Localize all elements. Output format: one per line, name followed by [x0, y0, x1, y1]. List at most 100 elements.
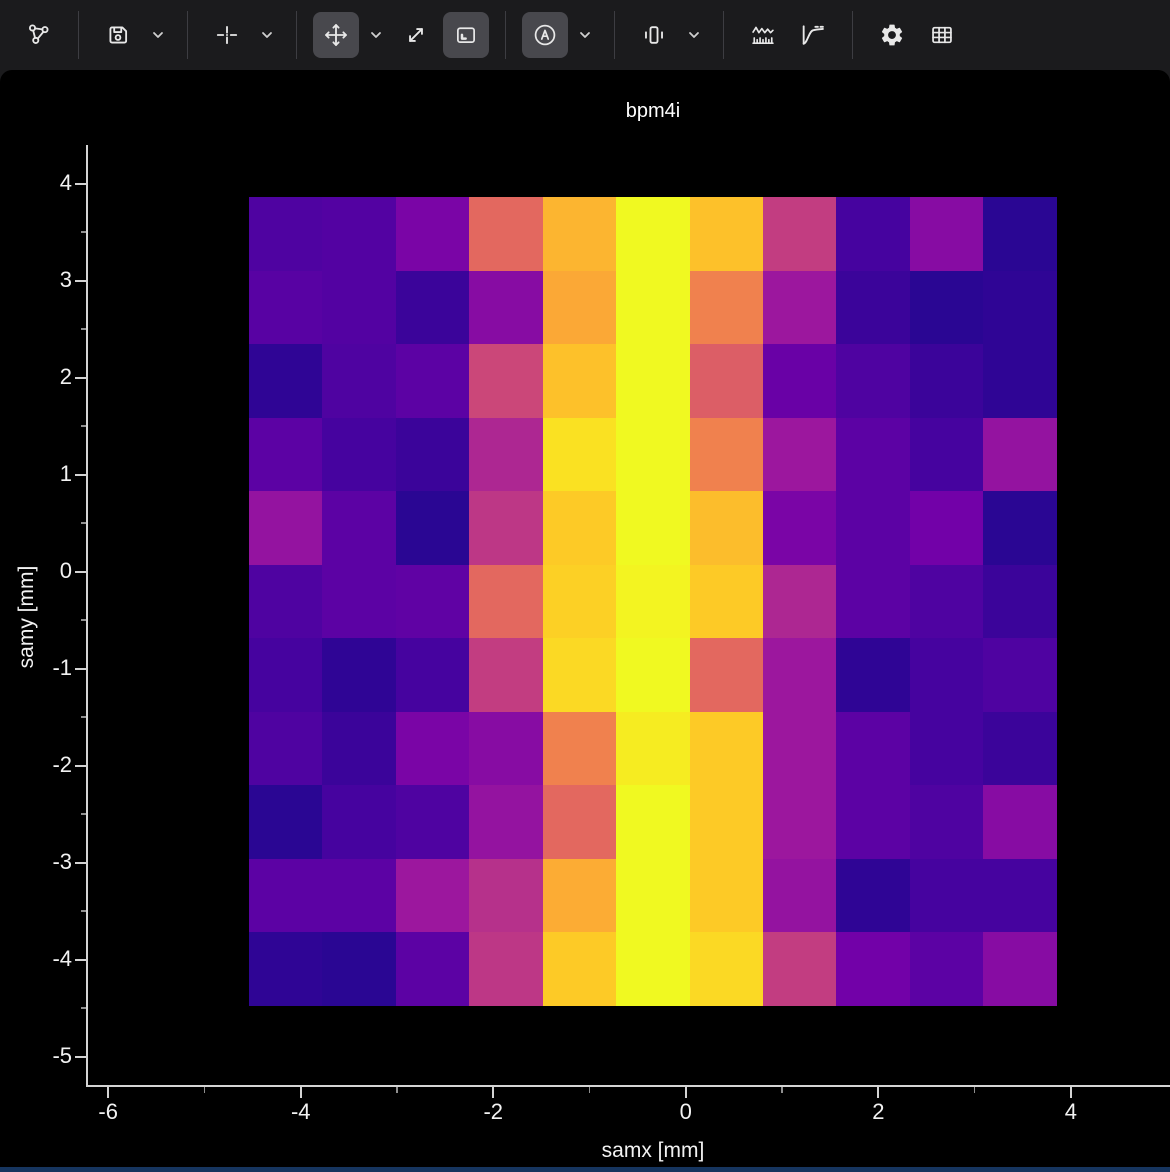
heatmap-cell	[543, 859, 616, 932]
heatmap-cell	[836, 491, 910, 565]
chevron-down-icon	[259, 27, 275, 43]
y-tick-label: -3	[0, 849, 72, 875]
heatmap-cell	[763, 785, 836, 859]
auto-range-button[interactable]	[443, 12, 489, 58]
heatmap-cell	[690, 932, 763, 1006]
heatmap-cell	[763, 638, 836, 712]
x-tick	[877, 1087, 879, 1098]
zoom-mode-button[interactable]	[393, 12, 439, 58]
heatmap-cell	[469, 418, 543, 491]
heatmap-cell	[322, 932, 396, 1006]
heatmap-cell	[543, 491, 616, 565]
heatmap-cell	[616, 344, 690, 418]
heatmap-cell	[836, 859, 910, 932]
x-tick-label: -4	[261, 1099, 341, 1125]
plot-title: bpm4i	[553, 100, 753, 123]
gear-icon	[879, 22, 905, 48]
heatmap-cell	[983, 565, 1057, 638]
y-tick	[75, 765, 86, 767]
y-tick	[75, 571, 86, 573]
heatmap-cell	[469, 271, 543, 344]
crosshair-icon	[214, 22, 240, 48]
y-tick	[75, 474, 86, 476]
heatmap-cell	[690, 785, 763, 859]
heatmap-cell	[249, 638, 322, 712]
heatmap-cell	[690, 859, 763, 932]
toolbar-section	[506, 12, 614, 58]
heatmap-cell	[983, 271, 1057, 344]
heatmap-cell	[983, 932, 1057, 1006]
heatmap-cell	[836, 785, 910, 859]
heatmap-cell	[543, 197, 616, 271]
expand-icon	[403, 22, 429, 48]
heatmap-image[interactable]	[249, 197, 1057, 1006]
heatmap-cell	[836, 932, 910, 1006]
x-tick-label: 0	[646, 1099, 726, 1125]
y-tick-label: 2	[0, 364, 72, 390]
autoscale-dropdown-button[interactable]	[572, 12, 598, 58]
heatmap-cell	[763, 491, 836, 565]
heatmap-cell	[249, 271, 322, 344]
heatmap-cell	[983, 638, 1057, 712]
connections-button[interactable]	[16, 12, 62, 58]
save-button[interactable]	[95, 12, 141, 58]
heatmap-cell	[469, 491, 543, 565]
heatmap-cell	[836, 271, 910, 344]
heatmap-cell	[469, 712, 543, 785]
chevron-down-icon	[150, 27, 166, 43]
data-table-button[interactable]	[919, 12, 965, 58]
orientation-button[interactable]	[631, 12, 677, 58]
autoscale-button[interactable]	[522, 12, 568, 58]
fft-button[interactable]	[740, 12, 786, 58]
y-minor-tick	[81, 328, 86, 330]
settings-button[interactable]	[869, 12, 915, 58]
heatmap-cell	[690, 418, 763, 491]
y-tick-label: 1	[0, 461, 72, 487]
toolbar-section	[188, 12, 296, 58]
heatmap-cell	[322, 491, 396, 565]
heatmap-cell	[249, 859, 322, 932]
circle-a-icon	[532, 22, 558, 48]
pan-mode-dropdown-button[interactable]	[363, 12, 389, 58]
orientation-dropdown-button[interactable]	[681, 12, 707, 58]
heatmap-cell	[616, 197, 690, 271]
heatmap-cell	[543, 932, 616, 1006]
toolbar-section	[297, 12, 505, 58]
heatmap-cell	[249, 932, 322, 1006]
heatmap-cell	[543, 418, 616, 491]
plot-area[interactable]: bpm4i samy [mm] samx [mm] 43210-1-2-3-4-…	[0, 70, 1170, 1172]
x-minor-tick	[974, 1087, 976, 1093]
x-tick-label: 4	[1031, 1099, 1111, 1125]
y-minor-tick	[81, 716, 86, 718]
y-tick-label: 0	[0, 558, 72, 584]
heatmap-cell	[616, 418, 690, 491]
heatmap-cell	[763, 344, 836, 418]
crosshair-button[interactable]	[204, 12, 250, 58]
heatmap-cell	[396, 859, 469, 932]
y-tick	[75, 377, 86, 379]
pan-mode-button[interactable]	[313, 12, 359, 58]
heatmap-cell	[616, 785, 690, 859]
heatmap-cell	[469, 344, 543, 418]
heatmap-cell	[543, 344, 616, 418]
heatmap-cell	[836, 344, 910, 418]
heatmap-cell	[396, 418, 469, 491]
heatmap-cell	[910, 491, 983, 565]
bottom-accent-strip	[0, 1167, 1170, 1172]
y-tick	[75, 668, 86, 670]
heatmap-cell	[763, 859, 836, 932]
heatmap-cell	[616, 491, 690, 565]
y-tick	[75, 959, 86, 961]
heatmap-cell	[249, 344, 322, 418]
x-tick-label: -6	[68, 1099, 148, 1125]
histogram-icon	[749, 21, 777, 49]
log-scale-button[interactable]	[790, 12, 836, 58]
chevron-down-icon	[577, 27, 593, 43]
x-minor-tick	[396, 1087, 398, 1093]
heatmap-cell	[983, 344, 1057, 418]
heatmap-cell	[763, 418, 836, 491]
crosshair-dropdown-button[interactable]	[254, 12, 280, 58]
heatmap-cell	[983, 197, 1057, 271]
save-dropdown-button[interactable]	[145, 12, 171, 58]
heatmap-cell	[910, 932, 983, 1006]
